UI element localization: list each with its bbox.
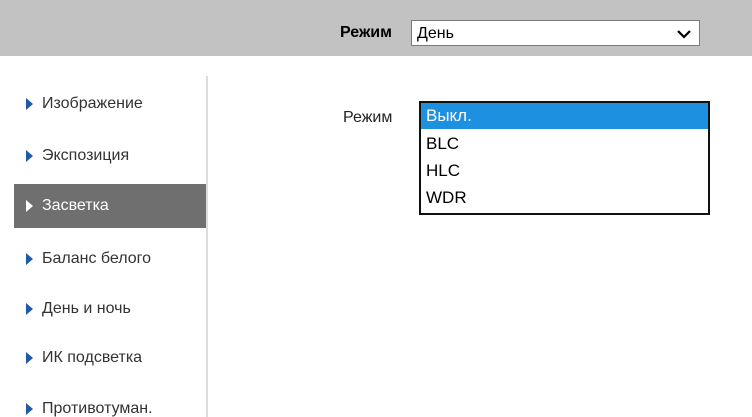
sidebar-item-image[interactable]: Изображение	[14, 82, 206, 126]
header-mode-value: День	[417, 25, 454, 42]
dropdown-option-label: HLC	[426, 161, 461, 180]
header-bar: Режим День	[0, 0, 752, 56]
dropdown-option-label: Выкл.	[426, 106, 472, 125]
dropdown-option-blc[interactable]: BLC	[421, 131, 708, 157]
dropdown-option-label: BLC	[426, 134, 460, 153]
sidebar-item-defog[interactable]: Противотуман.	[14, 387, 206, 417]
triangle-right-icon	[26, 352, 33, 364]
mode-dropdown-list[interactable]: Выкл. BLC HLC WDR	[419, 101, 710, 215]
dropdown-option-hlc[interactable]: HLC	[421, 158, 708, 184]
sidebar-item-label: Изображение	[42, 95, 143, 112]
sidebar-item-white-balance[interactable]: Баланс белого	[14, 237, 206, 281]
sidebar-item-backlight[interactable]: Засветка	[14, 184, 206, 228]
sidebar-item-label: Противотуман.	[42, 400, 153, 417]
sidebar-item-label: Баланс белого	[42, 250, 152, 267]
sidebar-divider	[206, 76, 208, 417]
triangle-right-icon	[26, 303, 33, 315]
sidebar-item-day-night[interactable]: День и ночь	[14, 287, 206, 331]
triangle-right-icon	[26, 253, 33, 265]
settings-window: Режим День Изображение Экспозиция Засвет…	[0, 0, 752, 417]
mode-label: Режим	[343, 109, 393, 126]
dropdown-option-label: WDR	[426, 188, 467, 207]
triangle-right-icon	[26, 150, 33, 162]
header-mode-label: Режим	[340, 24, 392, 41]
sidebar-item-label: ИК подсветка	[42, 349, 143, 366]
sidebar-item-exposure[interactable]: Экспозиция	[14, 134, 206, 178]
header-mode-select[interactable]: День	[411, 20, 700, 46]
sidebar-item-ir-light[interactable]: ИК подсветка	[14, 336, 206, 380]
dropdown-option-wdr[interactable]: WDR	[421, 185, 708, 211]
chevron-down-icon	[677, 30, 691, 39]
dropdown-option-off[interactable]: Выкл.	[421, 103, 708, 129]
sidebar-item-label: Засветка	[42, 197, 109, 214]
triangle-right-icon	[26, 200, 33, 212]
triangle-right-icon	[26, 403, 33, 415]
sidebar-item-label: Экспозиция	[42, 147, 130, 164]
sidebar-item-label: День и ночь	[42, 300, 131, 317]
triangle-right-icon	[26, 98, 33, 110]
